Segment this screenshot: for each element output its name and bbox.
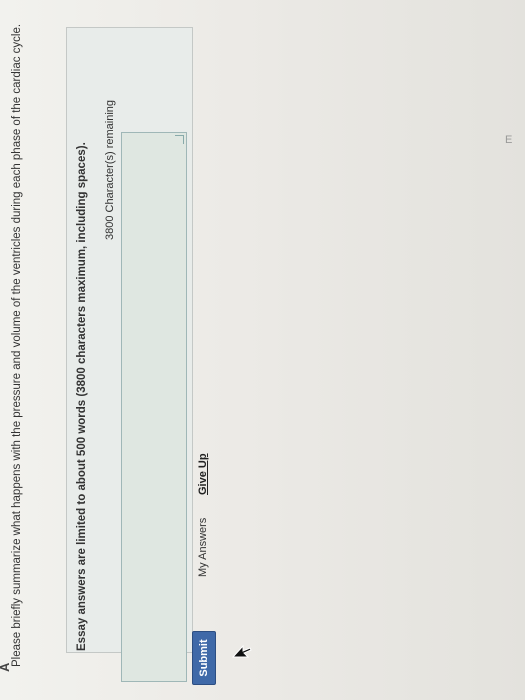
submit-button[interactable]: Submit bbox=[192, 631, 216, 685]
characters-remaining: 3800 Character(s) remaining bbox=[104, 99, 116, 240]
edge-text: E bbox=[505, 134, 513, 146]
essay-limit-text: Essay answers are limited to about 500 w… bbox=[76, 142, 88, 651]
my-answers-link[interactable]: My Answers bbox=[197, 518, 209, 577]
rotated-page: A Please briefly summarize what happens … bbox=[0, 0, 525, 700]
resize-handle-icon[interactable] bbox=[175, 135, 184, 144]
essay-answer-textarea[interactable] bbox=[121, 132, 187, 682]
give-up-link[interactable]: Give Up bbox=[197, 453, 209, 495]
mouse-pointer-icon bbox=[232, 644, 252, 658]
question-text: Please briefly summarize what happens wi… bbox=[11, 23, 23, 667]
screen: A Please briefly summarize what happens … bbox=[0, 0, 525, 700]
